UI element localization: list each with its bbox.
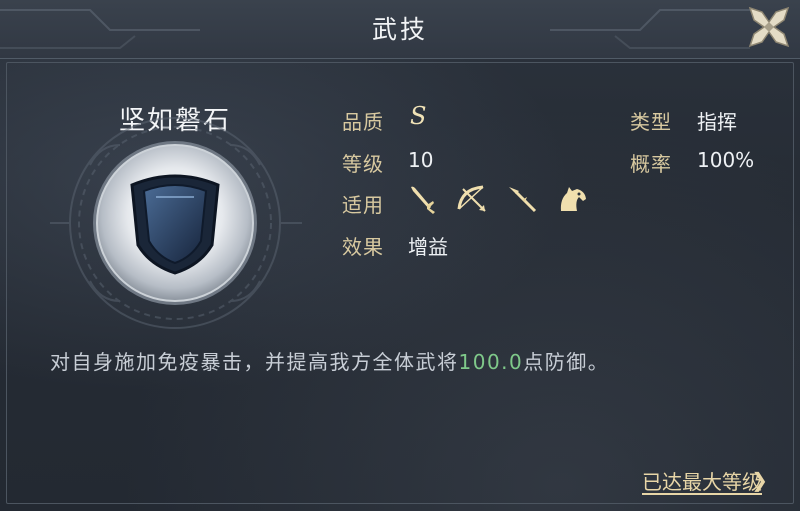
type-label: 类型	[630, 110, 672, 134]
chevron-right-icon[interactable]: ❯	[751, 468, 768, 492]
effect-value: 增益	[408, 235, 448, 259]
skill-detail-panel: 武技 坚如磐石 品质 S 等级 10 适用 效果 增益 类型 指挥 概率 100…	[0, 0, 800, 511]
description-highlight-value: 100.0	[458, 350, 524, 374]
description-text-after: 点防御。	[523, 350, 610, 374]
horse-icon	[561, 187, 587, 211]
close-icon	[748, 6, 790, 48]
description-text-before: 对自身施加免疫暴击，并提高我方全体武将	[50, 350, 459, 374]
applicable-units	[405, 183, 600, 215]
spear-icon	[509, 187, 537, 213]
chance-value: 100%	[697, 148, 755, 172]
effect-label: 效果	[342, 235, 384, 259]
level-value: 10	[408, 148, 434, 172]
quality-label: 品质	[342, 110, 384, 134]
title-bar: 武技	[0, 0, 800, 59]
quality-value: S	[410, 102, 427, 130]
skill-emblem	[40, 117, 310, 329]
level-label: 等级	[342, 152, 384, 176]
skill-description: 对自身施加免疫暴击，并提高我方全体武将100.0点防御。	[50, 346, 609, 375]
type-value: 指挥	[697, 110, 737, 134]
chance-label: 概率	[630, 152, 672, 176]
applicable-label: 适用	[342, 193, 384, 217]
max-level-link[interactable]: 已达最大等级	[642, 466, 762, 495]
window-title: 武技	[371, 15, 428, 44]
bow-icon	[457, 185, 486, 212]
sword-icon	[411, 186, 435, 214]
close-button[interactable]	[744, 2, 794, 52]
